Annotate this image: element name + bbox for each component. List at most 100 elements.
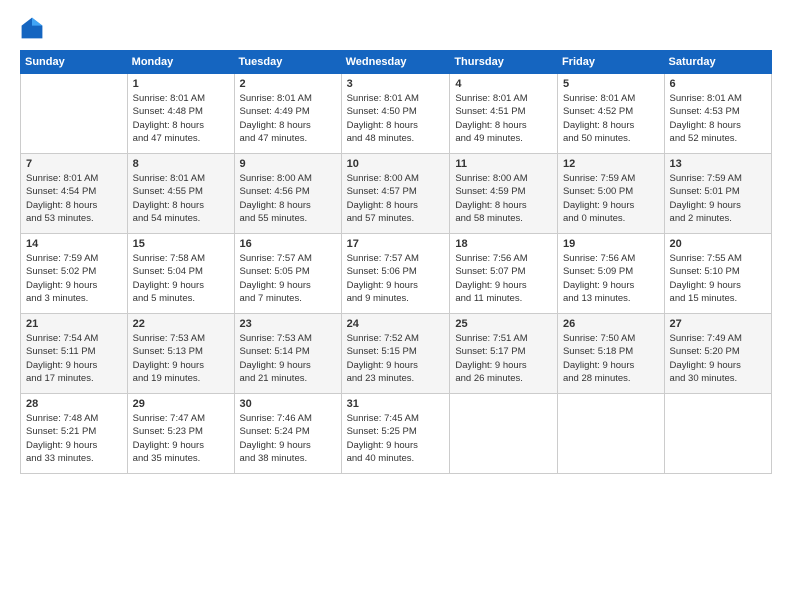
day-cell: 2 Sunrise: 8:01 AM Sunset: 4:49 PM Daylig… <box>234 74 341 154</box>
day-info: Sunrise: 7:49 AM Sunset: 5:20 PM Dayligh… <box>670 332 766 385</box>
day-number: 16 <box>240 238 336 250</box>
day-cell: 18 Sunrise: 7:56 AM Sunset: 5:07 PM Dayli… <box>450 234 558 314</box>
day-number: 23 <box>240 318 336 330</box>
header-saturday: Saturday <box>664 51 771 74</box>
day-cell: 22 Sunrise: 7:53 AM Sunset: 5:13 PM Dayli… <box>127 314 234 394</box>
day-info: Sunrise: 7:52 AM Sunset: 5:15 PM Dayligh… <box>347 332 445 385</box>
header <box>20 16 772 40</box>
day-cell: 29 Sunrise: 7:47 AM Sunset: 5:23 PM Dayli… <box>127 394 234 474</box>
day-info: Sunrise: 7:53 AM Sunset: 5:13 PM Dayligh… <box>133 332 229 385</box>
day-info: Sunrise: 8:01 AM Sunset: 4:54 PM Dayligh… <box>26 172 122 225</box>
week-row-0: 1Sunrise: 8:01 AM Sunset: 4:48 PM Daylig… <box>21 74 772 154</box>
day-number: 11 <box>455 158 552 170</box>
day-info: Sunrise: 7:47 AM Sunset: 5:23 PM Dayligh… <box>133 412 229 465</box>
day-number: 24 <box>347 318 445 330</box>
header-sunday: Sunday <box>21 51 128 74</box>
day-number: 6 <box>670 78 766 90</box>
day-number: 21 <box>26 318 122 330</box>
day-cell: 17 Sunrise: 7:57 AM Sunset: 5:06 PM Dayli… <box>341 234 450 314</box>
logo-icon <box>20 16 44 40</box>
day-cell <box>664 394 771 474</box>
day-number: 8 <box>133 158 229 170</box>
day-info: Sunrise: 7:54 AM Sunset: 5:11 PM Dayligh… <box>26 332 122 385</box>
day-info: Sunrise: 7:53 AM Sunset: 5:14 PM Dayligh… <box>240 332 336 385</box>
day-info: Sunrise: 7:59 AM Sunset: 5:02 PM Dayligh… <box>26 252 122 305</box>
day-number: 9 <box>240 158 336 170</box>
day-info: Sunrise: 7:57 AM Sunset: 5:06 PM Dayligh… <box>347 252 445 305</box>
header-tuesday: Tuesday <box>234 51 341 74</box>
day-cell: 12 Sunrise: 7:59 AM Sunset: 5:00 PM Dayli… <box>557 154 664 234</box>
logo <box>20 16 48 40</box>
day-number: 3 <box>347 78 445 90</box>
day-number: 31 <box>347 398 445 410</box>
day-cell: 15 Sunrise: 7:58 AM Sunset: 5:04 PM Dayli… <box>127 234 234 314</box>
day-info: Sunrise: 7:56 AM Sunset: 5:09 PM Dayligh… <box>563 252 659 305</box>
day-number: 13 <box>670 158 766 170</box>
day-number: 27 <box>670 318 766 330</box>
day-info: Sunrise: 7:46 AM Sunset: 5:24 PM Dayligh… <box>240 412 336 465</box>
day-number: 22 <box>133 318 229 330</box>
day-cell: 3 Sunrise: 8:01 AM Sunset: 4:50 PM Daylig… <box>341 74 450 154</box>
day-number: 26 <box>563 318 659 330</box>
day-number: 25 <box>455 318 552 330</box>
day-number: 7 <box>26 158 122 170</box>
week-row-1: 7 Sunrise: 8:01 AM Sunset: 4:54 PM Daylig… <box>21 154 772 234</box>
day-number: 30 <box>240 398 336 410</box>
day-info: Sunrise: 7:48 AM Sunset: 5:21 PM Dayligh… <box>26 412 122 465</box>
day-cell: 23 Sunrise: 7:53 AM Sunset: 5:14 PM Dayli… <box>234 314 341 394</box>
calendar-header: SundayMondayTuesdayWednesdayThursdayFrid… <box>21 51 772 74</box>
day-cell: 14 Sunrise: 7:59 AM Sunset: 5:02 PM Dayli… <box>21 234 128 314</box>
day-cell: 30 Sunrise: 7:46 AM Sunset: 5:24 PM Dayli… <box>234 394 341 474</box>
day-number: 18 <box>455 238 552 250</box>
day-cell: 11 Sunrise: 8:00 AM Sunset: 4:59 PM Dayli… <box>450 154 558 234</box>
day-info: Sunrise: 8:01 AM Sunset: 4:52 PM Dayligh… <box>563 92 659 145</box>
header-thursday: Thursday <box>450 51 558 74</box>
day-info: Sunrise: 7:59 AM Sunset: 5:00 PM Dayligh… <box>563 172 659 225</box>
day-cell: 25 Sunrise: 7:51 AM Sunset: 5:17 PM Dayli… <box>450 314 558 394</box>
day-cell: 5Sunrise: 8:01 AM Sunset: 4:52 PM Daylig… <box>557 74 664 154</box>
day-info: Sunrise: 8:01 AM Sunset: 4:49 PM Dayligh… <box>240 92 336 145</box>
day-cell: 31Sunrise: 7:45 AM Sunset: 5:25 PM Dayli… <box>341 394 450 474</box>
day-number: 2 <box>240 78 336 90</box>
day-cell: 13 Sunrise: 7:59 AM Sunset: 5:01 PM Dayli… <box>664 154 771 234</box>
day-info: Sunrise: 8:00 AM Sunset: 4:56 PM Dayligh… <box>240 172 336 225</box>
day-info: Sunrise: 7:59 AM Sunset: 5:01 PM Dayligh… <box>670 172 766 225</box>
day-info: Sunrise: 7:58 AM Sunset: 5:04 PM Dayligh… <box>133 252 229 305</box>
day-cell: 26 Sunrise: 7:50 AM Sunset: 5:18 PM Dayli… <box>557 314 664 394</box>
day-number: 17 <box>347 238 445 250</box>
day-info: Sunrise: 8:01 AM Sunset: 4:48 PM Dayligh… <box>133 92 229 145</box>
calendar: SundayMondayTuesdayWednesdayThursdayFrid… <box>20 50 772 474</box>
week-row-2: 14 Sunrise: 7:59 AM Sunset: 5:02 PM Dayli… <box>21 234 772 314</box>
day-number: 19 <box>563 238 659 250</box>
day-cell: 9 Sunrise: 8:00 AM Sunset: 4:56 PM Daylig… <box>234 154 341 234</box>
header-monday: Monday <box>127 51 234 74</box>
day-info: Sunrise: 7:51 AM Sunset: 5:17 PM Dayligh… <box>455 332 552 385</box>
day-info: Sunrise: 7:50 AM Sunset: 5:18 PM Dayligh… <box>563 332 659 385</box>
week-row-3: 21 Sunrise: 7:54 AM Sunset: 5:11 PM Dayli… <box>21 314 772 394</box>
day-number: 29 <box>133 398 229 410</box>
day-number: 20 <box>670 238 766 250</box>
day-number: 10 <box>347 158 445 170</box>
day-number: 12 <box>563 158 659 170</box>
day-number: 28 <box>26 398 122 410</box>
day-info: Sunrise: 8:00 AM Sunset: 4:57 PM Dayligh… <box>347 172 445 225</box>
day-cell: 24 Sunrise: 7:52 AM Sunset: 5:15 PM Dayli… <box>341 314 450 394</box>
header-row: SundayMondayTuesdayWednesdayThursdayFrid… <box>21 51 772 74</box>
day-info: Sunrise: 7:57 AM Sunset: 5:05 PM Dayligh… <box>240 252 336 305</box>
page: SundayMondayTuesdayWednesdayThursdayFrid… <box>0 0 792 612</box>
day-info: Sunrise: 8:01 AM Sunset: 4:50 PM Dayligh… <box>347 92 445 145</box>
day-info: Sunrise: 8:00 AM Sunset: 4:59 PM Dayligh… <box>455 172 552 225</box>
day-cell: 7 Sunrise: 8:01 AM Sunset: 4:54 PM Daylig… <box>21 154 128 234</box>
week-row-4: 28 Sunrise: 7:48 AM Sunset: 5:21 PM Dayli… <box>21 394 772 474</box>
day-info: Sunrise: 8:01 AM Sunset: 4:53 PM Dayligh… <box>670 92 766 145</box>
day-cell: 21 Sunrise: 7:54 AM Sunset: 5:11 PM Dayli… <box>21 314 128 394</box>
header-friday: Friday <box>557 51 664 74</box>
day-cell <box>21 74 128 154</box>
day-cell: 6 Sunrise: 8:01 AM Sunset: 4:53 PM Daylig… <box>664 74 771 154</box>
day-cell: 16 Sunrise: 7:57 AM Sunset: 5:05 PM Dayli… <box>234 234 341 314</box>
day-info: Sunrise: 7:56 AM Sunset: 5:07 PM Dayligh… <box>455 252 552 305</box>
day-number: 15 <box>133 238 229 250</box>
day-info: Sunrise: 8:01 AM Sunset: 4:55 PM Dayligh… <box>133 172 229 225</box>
day-info: Sunrise: 8:01 AM Sunset: 4:51 PM Dayligh… <box>455 92 552 145</box>
day-number: 14 <box>26 238 122 250</box>
